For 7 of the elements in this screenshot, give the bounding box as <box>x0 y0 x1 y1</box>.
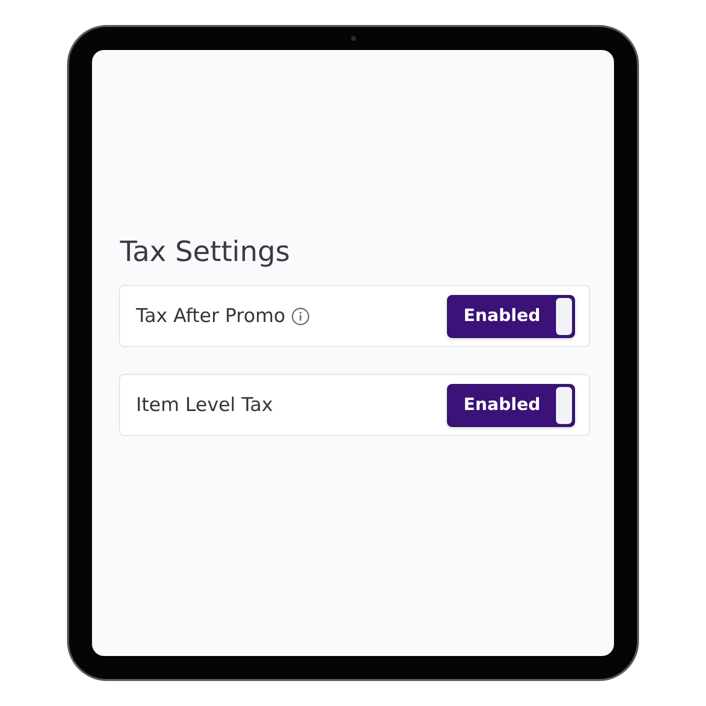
page-title: Tax Settings <box>120 235 291 268</box>
toggle-switch[interactable]: Enabled <box>447 294 575 338</box>
setting-label: Tax After Promo <box>136 305 286 327</box>
toggle-switch[interactable]: Enabled <box>447 384 575 426</box>
camera-icon <box>351 36 356 41</box>
setting-label: Item Level Tax <box>136 394 273 416</box>
info-icon[interactable] <box>291 306 310 326</box>
